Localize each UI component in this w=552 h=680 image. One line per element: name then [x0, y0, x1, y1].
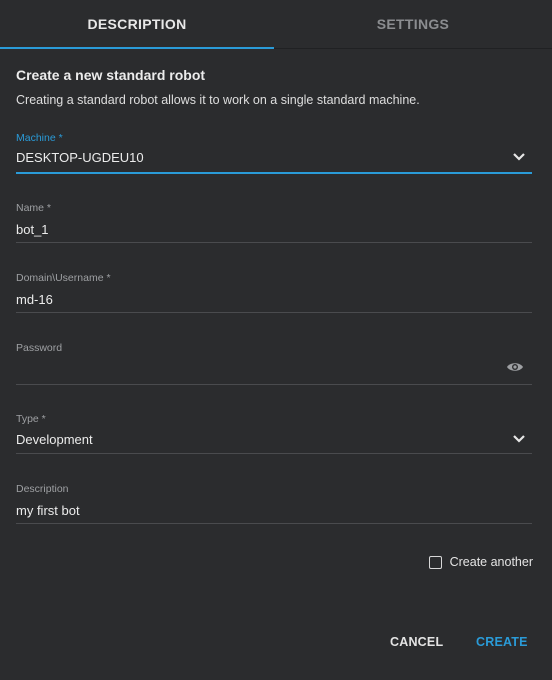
chevron-down-icon[interactable]	[512, 152, 526, 162]
password-underline	[16, 384, 532, 385]
machine-select[interactable]: Machine * DESKTOP-UGDEU10	[16, 130, 532, 176]
username-field[interactable]: Domain\Username * md-16	[16, 270, 532, 314]
create-another-label: Create another	[449, 555, 533, 569]
password-field[interactable]: Password	[16, 340, 532, 386]
tab-description[interactable]: DESCRIPTION	[0, 0, 274, 49]
form-title: Create a new standard robot	[16, 67, 206, 83]
cancel-button[interactable]: CANCEL	[390, 635, 443, 649]
create-button[interactable]: CREATE	[476, 635, 528, 649]
username-value[interactable]: md-16	[16, 292, 53, 307]
type-underline	[16, 453, 532, 454]
name-label: Name *	[16, 202, 52, 214]
name-value[interactable]: bot_1	[16, 222, 49, 237]
tab-settings[interactable]: SETTINGS	[274, 0, 552, 48]
description-value[interactable]: my first bot	[16, 503, 80, 518]
type-label: Type *	[16, 413, 46, 425]
form-subtitle: Creating a standard robot allows it to w…	[16, 93, 420, 107]
password-label: Password	[16, 342, 63, 354]
machine-label: Machine *	[16, 132, 63, 144]
machine-value: DESKTOP-UGDEU10	[16, 150, 144, 165]
description-underline	[16, 523, 532, 524]
create-another-option[interactable]: Create another	[428, 555, 533, 569]
machine-underline	[16, 172, 532, 174]
chevron-down-icon[interactable]	[512, 434, 526, 444]
name-field[interactable]: Name * bot_1	[16, 200, 532, 244]
create-robot-dialog: DESCRIPTION SETTINGS Create a new standa…	[0, 0, 552, 680]
create-another-checkbox[interactable]	[428, 555, 442, 569]
type-value: Development	[16, 432, 93, 447]
username-underline	[16, 312, 532, 313]
tab-bar: DESCRIPTION SETTINGS	[0, 0, 552, 49]
description-field[interactable]: Description my first bot	[16, 481, 532, 525]
name-underline	[16, 242, 532, 243]
type-select[interactable]: Type * Development	[16, 411, 532, 455]
eye-icon[interactable]	[506, 361, 524, 373]
username-label: Domain\Username *	[16, 272, 111, 284]
description-label: Description	[16, 483, 69, 495]
